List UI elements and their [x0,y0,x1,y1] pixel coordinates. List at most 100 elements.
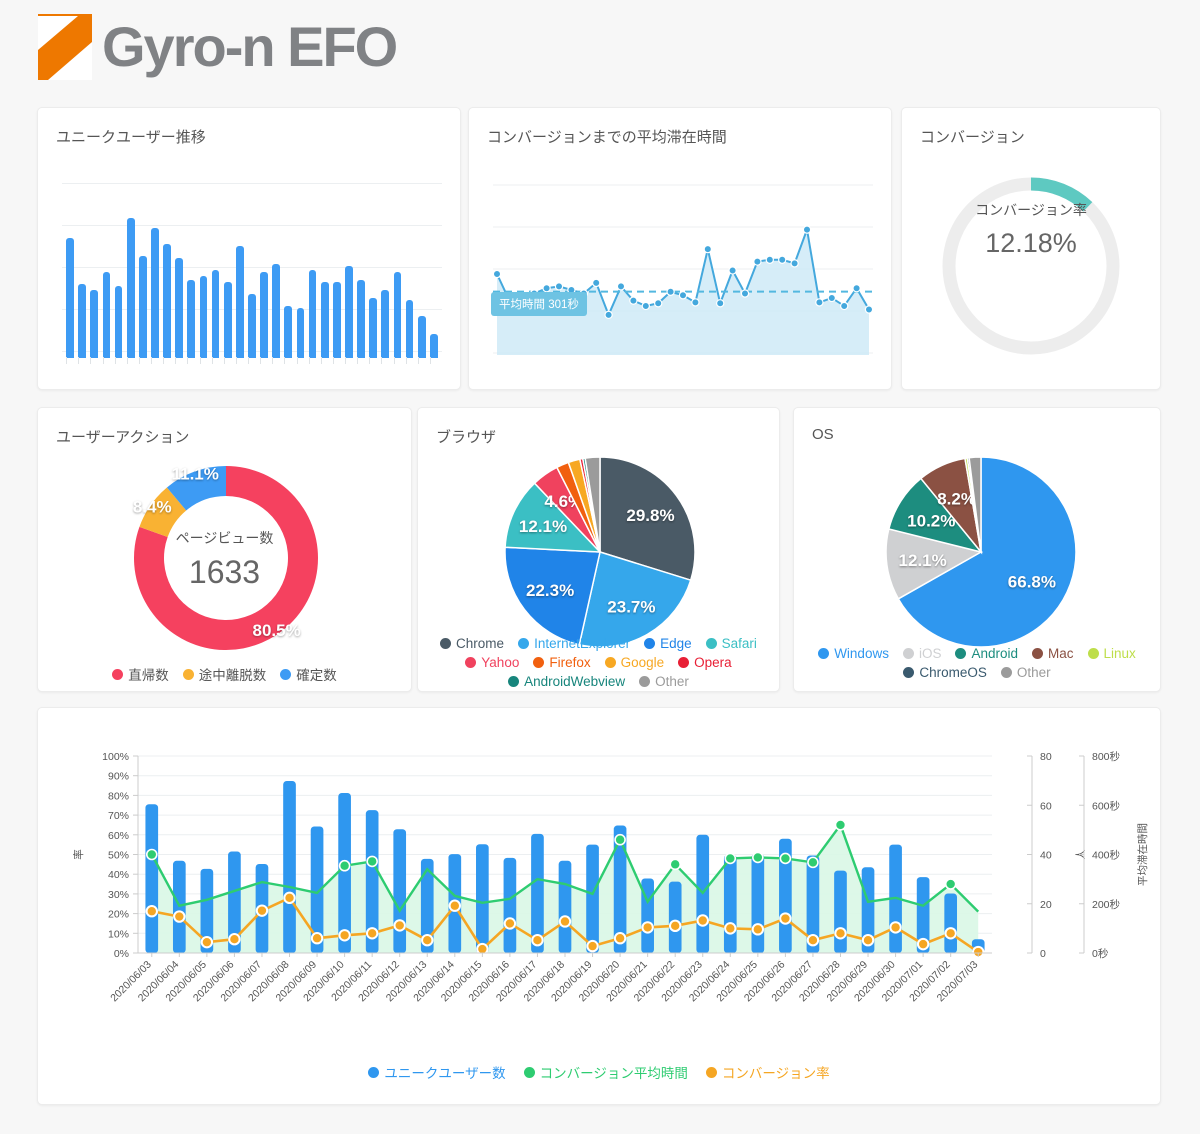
average-time-badge: 平均時間 301秒 [491,292,587,316]
legend-label: Edge [660,636,692,651]
card-unique-users: ユニークユーザー推移 [37,107,461,390]
legend-item[interactable]: Yahoo [465,655,519,670]
legend-item[interactable]: Firefox [533,655,591,670]
sparkline-bar [357,280,365,358]
conversion-rate-point [751,923,765,936]
axis-tick-label: 200秒 [1092,898,1121,911]
legend-item[interactable]: Linux [1087,646,1136,661]
slice-label: 80.5% [252,621,300,640]
legend-item[interactable]: コンバージョン率 [705,1062,830,1082]
legend-label: InternetExplorer [534,636,631,651]
combo-bar [558,860,572,953]
legend-color-dot [440,638,452,649]
legend-item[interactable]: コンバージョン平均時間 [523,1062,688,1082]
card-title-browser: ブラウザ [436,429,497,446]
slice-label: 23.7% [607,597,655,616]
sparkline-bar [126,218,135,358]
combo-bar [834,870,847,953]
card-user-action: ユーザーアクション 80.5% 8.4% 11.1% ページビュー数 1633 直帰… [37,407,412,692]
sparkline-bar [417,316,426,358]
browser-pie-chart: 29.8%23.7%22.3%12.1%4.6% [504,456,696,648]
daily-combo-chart: 0% 10% 20% 30% 40% 50% 60% 70% 80% 90% 100% 率 0 20 40 6… [72,750,1149,1004]
conversion-rate-point [779,912,792,925]
legend-color-dot [280,668,292,680]
legend-color-dot [182,668,194,680]
legend-item[interactable]: Chrome [440,636,504,651]
legend-item[interactable]: Other [1000,665,1051,680]
legend-item[interactable]: ユニークユーザー数 [368,1062,506,1082]
unique-users-sparkline [62,183,442,364]
axis-tick-label: 20% [108,909,129,921]
legend-label: 直帰数 [128,668,169,683]
legend-color-dot [1000,667,1012,678]
axis-tick-label: 80% [108,790,129,802]
legend-item[interactable]: AndroidWebview [508,674,625,689]
slice-label: 29.8% [626,506,674,525]
legend-color-dot [678,657,690,668]
legend-item[interactable]: iOS [902,646,941,661]
sparkline-bar [138,256,147,358]
legend-color-dot [1032,648,1044,659]
legend-item[interactable]: ChromeOS [903,665,987,680]
conversion-time-point [614,833,626,846]
legend-item[interactable]: Mac [1032,646,1074,661]
legend-item[interactable]: InternetExplorer [518,636,630,651]
legend-color-dot [523,1066,535,1078]
sparkline-bar [102,272,111,358]
combo-bar [723,854,737,953]
legend-item[interactable]: Windows [818,646,889,661]
slice-label: 22.3% [526,581,574,600]
legend-color-dot [533,657,545,668]
card-title-avg-stay-time: コンバージョンまでの平均滞在時間 [487,129,727,146]
legend-item[interactable]: 直帰数 [112,664,169,684]
legend-item[interactable]: Google [604,655,664,670]
sparkline-bar [381,290,390,358]
app-title: Gyro-n EFO [102,15,398,78]
legend-item[interactable]: Other [639,674,689,689]
browser-legend: Chrome InternetExplorer Edge Safari Yahoo Fir… [418,636,779,689]
card-browser: ブラウザ 29.8% 23.7% 22.3% 12.1% 4.6% Chrome Inte… [417,407,780,692]
axis-tick-label: 40% [108,869,129,881]
combo-legend: ユニークユーザー数 コンバージョン平均時間 コンバージョン率 [38,1062,1160,1082]
axis-title-right-time: 平均滞在時間 [1137,823,1149,886]
legend-item[interactable]: Safari [705,636,757,651]
sparkline-bar [151,228,159,358]
sparkline-bar [211,270,220,358]
legend-item[interactable]: 途中離脱数 [182,664,266,684]
slice-label: 12.1% [519,517,567,536]
legend-color-dot [465,657,477,668]
axis-tick-label: 60 [1040,800,1052,812]
legend-color-dot [818,648,830,659]
card-daily-combo: 0% 10% 20% 30% 40% 50% 60% 70% 80% 90% 100% 率 0 20 40 6… [37,707,1161,1105]
sparkline-bar [90,290,99,358]
sparkline-bar [163,244,171,358]
user-action-legend: 直帰数 途中離脱数 確定数 [38,664,411,684]
legend-color-dot [903,667,915,678]
legend-item[interactable]: Edge [644,636,692,651]
legend-color-dot [112,668,124,680]
conversion-rate-point [283,891,296,905]
legend-item[interactable]: Android [955,646,1018,661]
legend-item[interactable]: 確定数 [280,664,337,684]
axis-tick-label: 10% [108,928,129,940]
combo-bar [145,804,159,953]
conversion-rate-label: コンバージョン率 [975,202,1087,218]
legend-label: Other [655,674,689,689]
conversion-rate-point [861,933,875,947]
slice-label: 10.2% [907,511,955,530]
combo-bar [668,881,682,953]
legend-label: コンバージョン平均時間 [539,1066,688,1081]
card-title-unique-users: ユニークユーザー推移 [56,129,206,146]
slice-label: 8.4% [133,497,172,516]
legend-color-dot [639,676,651,687]
legend-item[interactable]: Opera [678,655,732,670]
legend-color-dot [508,676,520,687]
conversion-rate-point [806,933,820,947]
conversion-rate-point [200,935,214,949]
conversion-rate-point [834,927,847,940]
legend-color-dot [368,1066,380,1078]
legend-label: Other [1016,665,1051,680]
pageview-value: 1633 [188,554,261,590]
axis-tick-label: 0秒 [1092,947,1109,960]
legend-label: 確定数 [296,668,337,683]
